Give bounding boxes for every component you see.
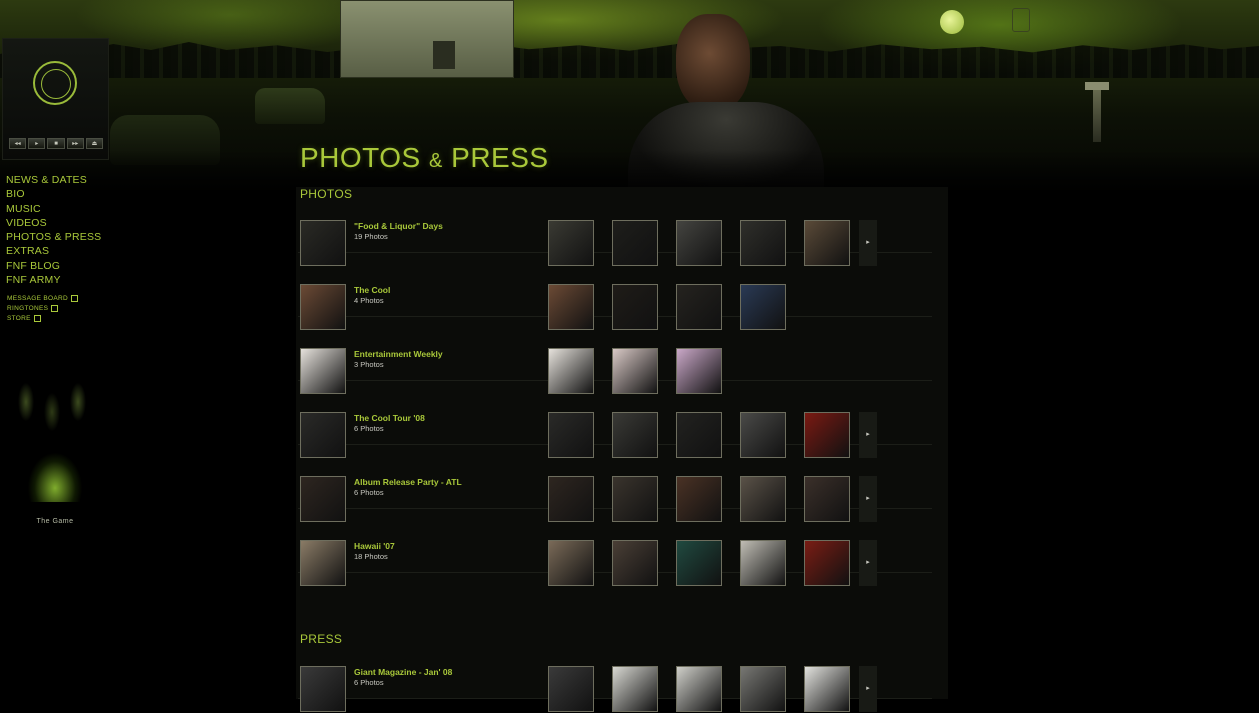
- nav-item-store[interactable]: STORE: [7, 314, 78, 324]
- photo-thumbnail[interactable]: [676, 666, 722, 712]
- album-title-link[interactable]: The Cool: [354, 285, 390, 295]
- photo-thumbnail[interactable]: [740, 666, 786, 712]
- album-photo-count: 3 Photos: [354, 360, 384, 369]
- photo-thumbnail[interactable]: [612, 666, 658, 712]
- stage-caption: The Game: [36, 518, 74, 525]
- album-photo-count: 19 Photos: [354, 232, 388, 241]
- album-row: Giant Magazine - Jan' 08 6 Photos ▸: [298, 634, 932, 712]
- ringtones-label: RINGTONES: [7, 305, 49, 312]
- speaker-pole-graphic: [1085, 82, 1109, 142]
- album-photo-count: 6 Photos: [354, 488, 384, 497]
- moon-graphic: [940, 10, 964, 34]
- album-title-link[interactable]: "Food & Liquor" Days: [354, 221, 443, 231]
- drive-in-screen-graphic: [340, 0, 514, 78]
- next-arrow-icon[interactable]: ▸: [859, 540, 877, 586]
- album-title-link[interactable]: Album Release Party - ATL: [354, 477, 462, 487]
- rewind-button[interactable]: ◂◂: [9, 138, 27, 149]
- page-title: PHOTOS & PRESS: [300, 142, 549, 174]
- play-button[interactable]: ▸: [28, 138, 46, 149]
- external-link-icon: [51, 304, 59, 312]
- photo-thumbnail[interactable]: [804, 666, 850, 712]
- store-label: STORE: [7, 315, 31, 322]
- water-tower-graphic: [1012, 8, 1030, 32]
- music-player: ◂◂ ▸ ■ ▸▸ ⏏: [2, 38, 109, 160]
- eject-button[interactable]: ⏏: [85, 138, 104, 149]
- page-title-amp: &: [429, 150, 443, 172]
- nav-item-videos[interactable]: VIDEOS: [6, 216, 101, 230]
- fast-forward-button[interactable]: ▸▸: [66, 138, 84, 149]
- nav-item-message-board[interactable]: MESSAGE BOARD: [7, 294, 78, 304]
- album-row: "Food & Liquor" Days 19 Photos ▸: [298, 188, 932, 266]
- album-row: The Cool Tour '08 6 Photos ▸: [298, 380, 932, 458]
- album-title-link[interactable]: Hawaii '07: [354, 541, 395, 551]
- nav-item-bio[interactable]: BIO: [6, 187, 101, 201]
- stop-button[interactable]: ■: [47, 138, 65, 149]
- nav-item-ringtones[interactable]: RINGTONES: [7, 304, 78, 314]
- album-cover-thumbnail[interactable]: [300, 666, 346, 712]
- header-banner: [0, 0, 1259, 195]
- album-row: Hawaii '07 18 Photos ▸: [298, 508, 932, 586]
- photo-thumbnail[interactable]: [548, 540, 594, 586]
- nav-item-fnf-army[interactable]: FNF ARMY: [6, 273, 101, 287]
- page-title-end: PRESS: [451, 142, 549, 173]
- album-photo-count: 18 Photos: [354, 552, 388, 561]
- album-photo-count: 6 Photos: [354, 424, 384, 433]
- player-controls: ◂◂ ▸ ■ ▸▸ ⏏: [9, 138, 104, 149]
- photo-thumbnail[interactable]: [804, 540, 850, 586]
- photo-thumbnail[interactable]: [548, 666, 594, 712]
- photo-thumbnail[interactable]: [612, 540, 658, 586]
- nav-item-photos-press[interactable]: PHOTOS & PRESS: [6, 230, 101, 244]
- external-link-icon: [70, 294, 78, 302]
- external-link-icon: [33, 314, 41, 322]
- album-title-link[interactable]: Entertainment Weekly: [354, 349, 443, 359]
- logo-icon[interactable]: [33, 61, 77, 105]
- nav-item-extras[interactable]: EXTRAS: [6, 244, 101, 258]
- album-row: Entertainment Weekly 3 Photos: [298, 316, 932, 394]
- album-title-link[interactable]: Giant Magazine - Jan' 08: [354, 667, 452, 677]
- car-graphic: [255, 88, 325, 124]
- stage-graphic[interactable]: [8, 372, 102, 512]
- photo-thumbnail[interactable]: [676, 540, 722, 586]
- page-title-main: PHOTOS: [300, 142, 421, 173]
- album-row: Album Release Party - ATL 6 Photos ▸: [298, 444, 932, 522]
- nav-item-fnf-blog[interactable]: FNF BLOG: [6, 259, 101, 273]
- album-title-link[interactable]: The Cool Tour '08: [354, 413, 425, 423]
- album-photo-count: 4 Photos: [354, 296, 384, 305]
- album-photo-count: 6 Photos: [354, 678, 384, 687]
- spotlight-graphic: [24, 432, 86, 502]
- secondary-nav: MESSAGE BOARD RINGTONES STORE: [7, 294, 78, 324]
- next-arrow-icon[interactable]: ▸: [859, 666, 877, 712]
- main-nav: NEWS & DATES BIO MUSIC VIDEOS PHOTOS & P…: [6, 173, 101, 287]
- message-board-label: MESSAGE BOARD: [7, 295, 68, 302]
- album-row: The Cool 4 Photos: [298, 252, 932, 330]
- artist-head: [676, 14, 750, 112]
- photo-thumbnail[interactable]: [740, 540, 786, 586]
- nav-item-news-dates[interactable]: NEWS & DATES: [6, 173, 101, 187]
- nav-item-music[interactable]: MUSIC: [6, 202, 101, 216]
- album-cover-thumbnail[interactable]: [300, 540, 346, 586]
